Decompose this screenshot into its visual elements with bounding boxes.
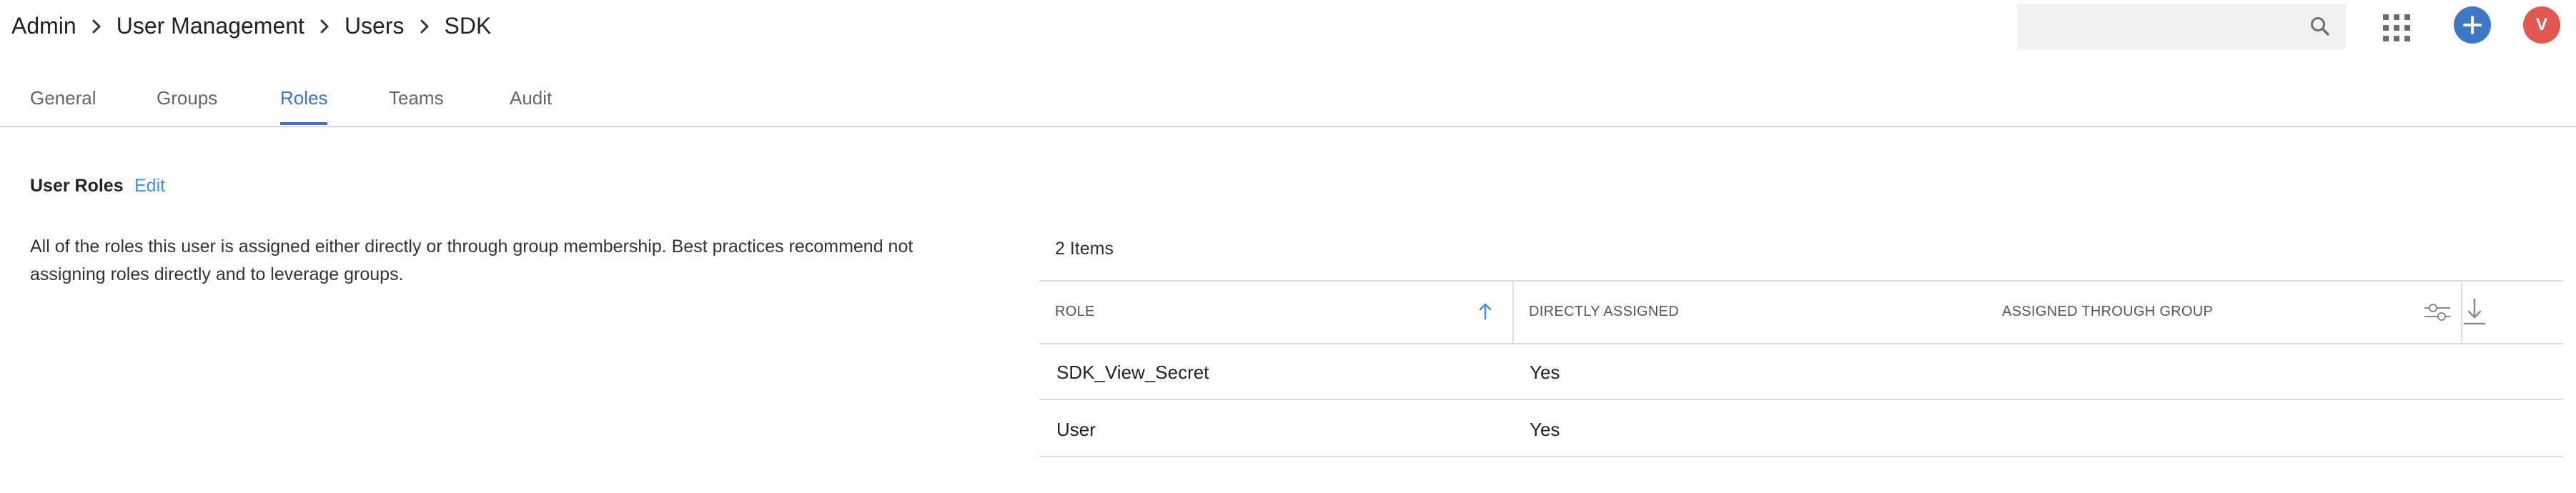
breadcrumb-user-management[interactable]: User Management <box>117 13 304 39</box>
table-row[interactable]: User Yes <box>1039 402 2563 457</box>
chevron-right-icon <box>88 18 105 35</box>
tab-groups[interactable]: Groups <box>157 87 217 124</box>
items-count: 2 Items <box>1055 239 1114 259</box>
column-header-assigned-through-group[interactable]: ASSIGNED THROUGH GROUP <box>2002 304 2213 320</box>
chevron-right-icon <box>316 18 333 35</box>
tab-roles[interactable]: Roles <box>280 87 328 125</box>
cell-directly-assigned: Yes <box>1530 362 1560 383</box>
roles-table: 2 Items ROLE DIRECTLY ASSIGNED ASSIGNED … <box>1039 0 2563 493</box>
column-divider[interactable] <box>1512 282 1514 344</box>
tab-teams[interactable]: Teams <box>389 87 444 124</box>
cell-directly-assigned: Yes <box>1530 419 1560 440</box>
cell-role: SDK_View_Secret <box>1056 362 1209 383</box>
sort-ascending-icon[interactable] <box>1477 302 1494 322</box>
section-title: User Roles <box>30 176 124 196</box>
section-description: All of the roles this user is assigned e… <box>30 236 913 284</box>
tab-audit[interactable]: Audit <box>510 87 552 124</box>
download-icon[interactable] <box>2462 297 2487 326</box>
table-header: ROLE DIRECTLY ASSIGNED ASSIGNED THROUGH … <box>1039 280 2563 344</box>
breadcrumb-admin[interactable]: Admin <box>11 13 76 39</box>
edit-link[interactable]: Edit <box>134 176 165 196</box>
column-header-role[interactable]: ROLE <box>1055 304 1095 320</box>
breadcrumb-users[interactable]: Users <box>345 13 405 39</box>
tab-general[interactable]: General <box>30 87 96 124</box>
column-header-directly-assigned[interactable]: DIRECTLY ASSIGNED <box>1529 304 1679 320</box>
cell-role: User <box>1056 419 1096 440</box>
breadcrumb-current-sdk: SDK <box>444 13 492 39</box>
breadcrumb: Admin User Management Users SDK <box>11 13 491 39</box>
table-row[interactable]: SDK_View_Secret Yes <box>1039 344 2563 400</box>
chevron-right-icon <box>416 18 433 35</box>
column-settings-icon[interactable] <box>2423 300 2452 324</box>
